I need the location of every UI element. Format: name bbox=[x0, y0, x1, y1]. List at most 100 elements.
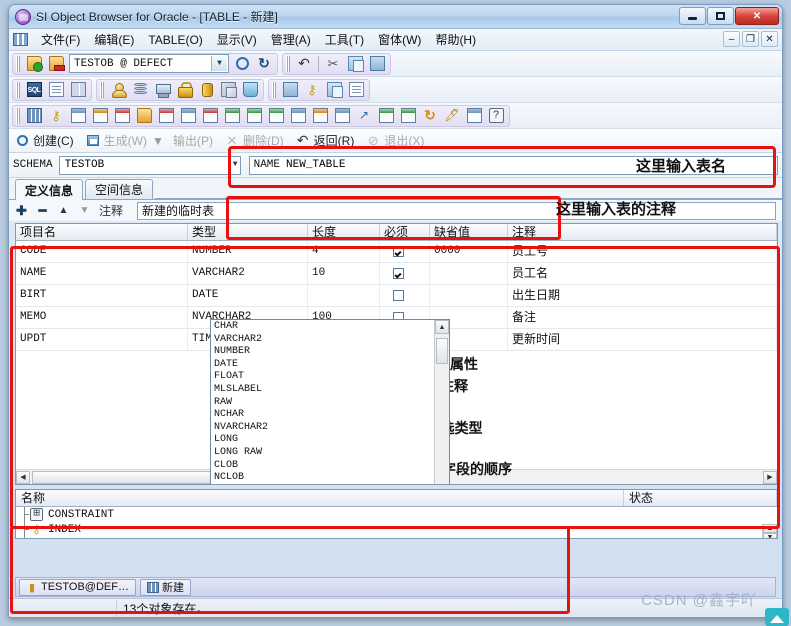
script-button[interactable] bbox=[46, 80, 66, 100]
link-icon: ↗ bbox=[358, 108, 370, 122]
cluster-button[interactable] bbox=[332, 106, 352, 126]
storage-button[interactable] bbox=[196, 80, 216, 100]
objects-button[interactable] bbox=[218, 80, 238, 100]
toolbar-grip[interactable] bbox=[272, 81, 276, 98]
type-option[interactable]: FLOAT bbox=[211, 371, 434, 384]
type-option[interactable]: RAW bbox=[211, 397, 434, 410]
index-button[interactable]: ⚷ bbox=[46, 106, 66, 126]
view-button[interactable] bbox=[68, 106, 88, 126]
type-option[interactable]: LONG RAW bbox=[211, 447, 434, 460]
key-button[interactable]: ⚷ bbox=[302, 80, 322, 100]
table-data-button[interactable] bbox=[398, 106, 418, 126]
table-button[interactable] bbox=[24, 106, 44, 126]
schema-select[interactable]: TESTOB ▼ bbox=[58, 155, 241, 175]
type-option[interactable]: NUMBER bbox=[211, 346, 434, 359]
sequence-button[interactable] bbox=[112, 106, 132, 126]
output-button[interactable]: 输出(P) bbox=[173, 132, 213, 149]
menu-edit[interactable]: 编辑(E) bbox=[87, 29, 141, 50]
window-minimize-button[interactable] bbox=[679, 7, 706, 25]
menu-tools[interactable]: 工具(T) bbox=[318, 29, 371, 50]
toolbar-grip[interactable] bbox=[16, 55, 20, 72]
sql-button[interactable]: SQL bbox=[24, 80, 44, 100]
type-option[interactable]: CLOB bbox=[211, 460, 434, 473]
type-option[interactable]: CHAR bbox=[211, 321, 434, 334]
queue-button[interactable] bbox=[310, 106, 330, 126]
mdi-restore-button[interactable]: ❐ bbox=[742, 31, 759, 47]
menu-admin[interactable]: 管理(A) bbox=[264, 29, 318, 50]
generate-button[interactable]: 生成(W) bbox=[86, 132, 147, 149]
move-down-button[interactable]: ▼ bbox=[78, 205, 91, 216]
function-button[interactable] bbox=[178, 106, 198, 126]
menu-view[interactable]: 显示(V) bbox=[210, 29, 264, 50]
add-column-button[interactable]: ✚ bbox=[15, 203, 28, 219]
dblink-button[interactable] bbox=[244, 106, 264, 126]
grant-button[interactable]: 🖊 bbox=[442, 106, 462, 126]
export-button[interactable] bbox=[280, 80, 300, 100]
sql-exec-button[interactable] bbox=[346, 80, 366, 100]
type-option[interactable]: DATE bbox=[211, 359, 434, 372]
move-up-button[interactable]: ▲ bbox=[57, 205, 70, 216]
folder-remove-button[interactable] bbox=[46, 54, 66, 74]
connection-combo[interactable]: TESTOB @ DEFECT ▼ bbox=[69, 54, 229, 73]
type-option-list[interactable]: CHAR VARCHAR2 NUMBER DATE FLOAT MLSLABEL… bbox=[211, 320, 434, 484]
type-dropdown-scrollbar[interactable]: ▲ ▼ bbox=[434, 320, 449, 484]
folder-add-button[interactable] bbox=[24, 54, 44, 74]
toolbar-grip[interactable] bbox=[286, 55, 290, 72]
sql-exec-icon bbox=[348, 82, 364, 97]
trigger-button[interactable] bbox=[200, 106, 220, 126]
user-button[interactable] bbox=[108, 80, 128, 100]
mdi-minimize-button[interactable]: – bbox=[723, 31, 740, 47]
create-button[interactable]: 创建(C) bbox=[15, 132, 74, 149]
recyclebin-button[interactable] bbox=[240, 80, 260, 100]
type-option[interactable]: MLSLABEL bbox=[211, 384, 434, 397]
security-button[interactable] bbox=[174, 80, 194, 100]
session-button[interactable] bbox=[152, 80, 172, 100]
monitor-button[interactable] bbox=[464, 106, 484, 126]
scroll-up-button[interactable]: ▲ bbox=[435, 320, 449, 334]
table-list-button[interactable] bbox=[376, 106, 396, 126]
menu-table[interactable]: TABLE(O) bbox=[141, 31, 209, 49]
grid-header-name[interactable]: 项目名 bbox=[16, 224, 188, 240]
chevron-down-icon[interactable]: ▼ bbox=[211, 56, 227, 71]
copy-button[interactable] bbox=[345, 54, 365, 74]
generate-dropdown[interactable]: ▼ bbox=[151, 134, 165, 148]
type-option[interactable]: NCLOB bbox=[211, 472, 434, 484]
tab-definition[interactable]: 定义信息 bbox=[15, 179, 84, 200]
scrollbar-thumb[interactable] bbox=[436, 338, 448, 364]
window-maximize-button[interactable] bbox=[707, 7, 734, 25]
job-button[interactable] bbox=[288, 106, 308, 126]
menu-help[interactable]: 帮助(H) bbox=[428, 29, 483, 50]
type-option[interactable]: VARCHAR2 bbox=[211, 334, 434, 347]
type-option[interactable]: NVARCHAR2 bbox=[211, 422, 434, 435]
window-close-button[interactable]: ✕ bbox=[735, 7, 779, 25]
refresh-button[interactable]: ↻ bbox=[420, 106, 440, 126]
sql-tune-button[interactable] bbox=[324, 80, 344, 100]
type-button[interactable] bbox=[222, 106, 242, 126]
synonym-button[interactable] bbox=[90, 106, 110, 126]
function-icon bbox=[180, 108, 196, 123]
connect-button[interactable] bbox=[232, 54, 252, 74]
paste-button[interactable] bbox=[367, 54, 387, 74]
package-button[interactable] bbox=[134, 106, 154, 126]
catalog-button[interactable] bbox=[68, 80, 88, 100]
type-option[interactable]: NCHAR bbox=[211, 409, 434, 422]
toolbar-grip[interactable] bbox=[100, 81, 104, 98]
toolbar-grip[interactable] bbox=[16, 107, 20, 124]
procedure-button[interactable] bbox=[156, 106, 176, 126]
toolbar-grip[interactable] bbox=[16, 81, 20, 98]
reconnect-button[interactable]: ↻ bbox=[254, 54, 274, 74]
type-option[interactable]: LONG bbox=[211, 434, 434, 447]
directory-button[interactable] bbox=[266, 106, 286, 126]
mdi-close-button[interactable]: ✕ bbox=[761, 31, 778, 47]
tab-storage[interactable]: 空间信息 bbox=[85, 179, 154, 199]
undo-button[interactable]: ↶ bbox=[294, 54, 314, 74]
cut-button[interactable]: ✂ bbox=[323, 54, 343, 74]
link-button[interactable]: ↗ bbox=[354, 106, 374, 126]
info-button[interactable]: ? bbox=[486, 106, 506, 126]
scroll-down-button[interactable]: ▼ bbox=[763, 533, 777, 538]
menu-file[interactable]: 文件(F) bbox=[34, 29, 87, 50]
tablespace-button[interactable] bbox=[130, 80, 150, 100]
remove-column-button[interactable]: ━ bbox=[36, 203, 49, 219]
type-dropdown-list[interactable]: CHAR VARCHAR2 NUMBER DATE FLOAT MLSLABEL… bbox=[210, 319, 450, 484]
menu-window[interactable]: 窗体(W) bbox=[371, 29, 428, 50]
